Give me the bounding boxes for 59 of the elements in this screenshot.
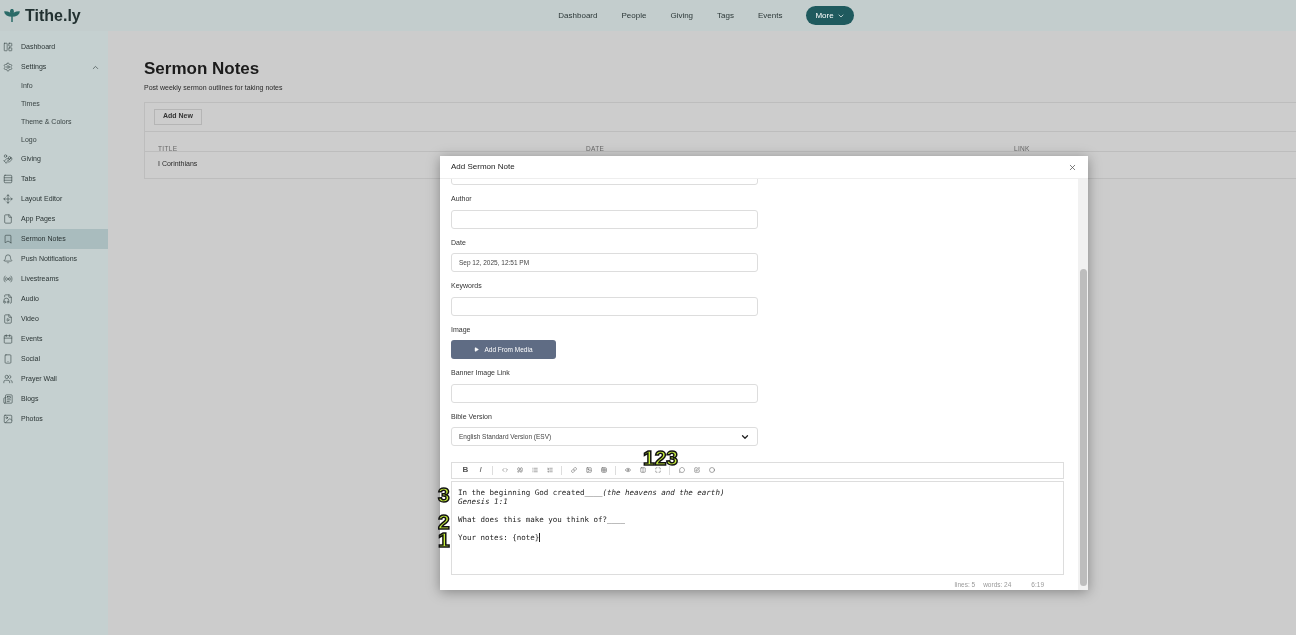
people-icon [3,374,13,384]
page-title: Sermon Notes [144,59,261,79]
nav-link[interactable]: People [621,9,647,22]
calendar-icon [3,334,13,344]
edit-button[interactable] [691,464,702,476]
scrollbar-thumb[interactable] [1079,269,1087,586]
link-button[interactable] [568,464,579,476]
phone-icon [3,354,13,364]
annotation-number: 3 [438,483,450,505]
bell-icon [3,254,13,264]
table-button[interactable] [598,464,609,476]
audio-file-icon [3,294,13,304]
leaf-logo-icon [4,8,20,23]
quote-button[interactable] [514,464,525,476]
comment-button[interactable] [676,464,687,476]
video-file-icon [3,314,13,324]
link-icon [570,467,577,474]
fullscreen-button[interactable] [652,464,663,476]
close-icon[interactable] [1068,162,1077,172]
hand-coins-icon [3,154,13,164]
edit-icon [693,467,700,474]
bold-button[interactable]: B [460,464,471,477]
quote-icon [516,467,523,474]
italic-button[interactable]: I [475,464,486,477]
nav-link[interactable]: Tags [717,9,734,22]
columns-icon [639,467,646,474]
bullet-list-icon [531,467,538,474]
play-icon [474,347,480,352]
image-icon [3,414,13,424]
page-icon [3,214,13,224]
more-menu-button[interactable]: More [806,6,854,25]
comment-icon [678,467,685,474]
brand-name: Tithe.ly [25,5,81,26]
newspaper-icon [3,394,13,404]
circle-icon [708,467,715,474]
broadcast-icon [3,274,13,284]
eye-icon [624,467,631,474]
code-icon [501,467,508,474]
image-button[interactable] [583,464,594,476]
move-icon [3,194,13,204]
numbered-list-button[interactable] [544,464,555,476]
nav-link[interactable]: Dashboard [558,9,598,22]
annotation-number: 123 [643,447,679,468]
modal-title: Add Sermon Note [451,161,515,173]
bookmark-icon [3,234,13,244]
table-icon [600,467,607,474]
settings-icon [3,62,13,72]
numbered-list-icon [546,467,553,474]
tabs-icon [3,174,13,184]
input-field[interactable] [451,296,758,316]
image-icon [585,467,592,474]
input-field[interactable] [451,209,758,229]
nav-link[interactable]: Events [757,9,783,22]
fullscreen-icon [654,467,661,474]
dashboard-icon [3,42,13,52]
circle-button[interactable] [706,464,717,476]
columns-button[interactable] [637,464,648,476]
nav-link[interactable]: Giving [670,9,694,22]
input-field[interactable] [451,383,758,403]
